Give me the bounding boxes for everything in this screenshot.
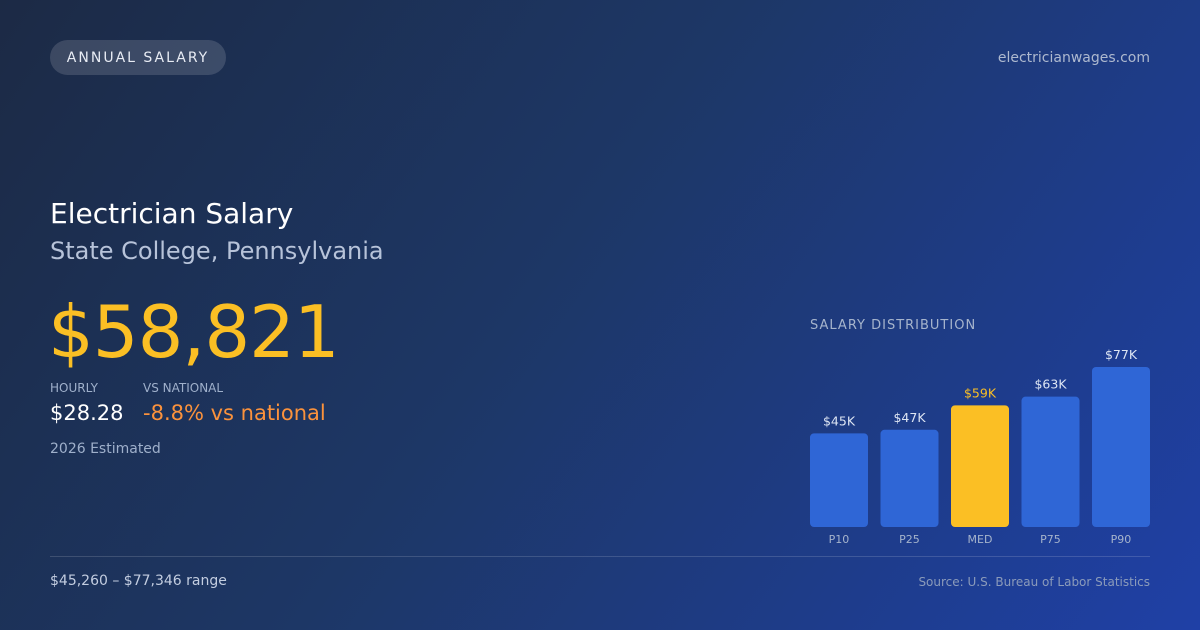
category-label: P90 (1111, 533, 1132, 546)
bar-value-label: $63K (1034, 377, 1067, 392)
bar-value-label: $47K (893, 410, 926, 425)
bar-med (951, 405, 1009, 527)
data-source: Source: U.S. Bureau of Labor Statistics (918, 575, 1150, 589)
bar-p75 (1021, 396, 1080, 527)
bar-p10 (810, 433, 868, 527)
bar-value-label: $45K (823, 413, 856, 428)
annual-salary-value: $58,821 (48, 290, 340, 374)
bar-p90 (1092, 367, 1150, 527)
category-label: P10 (829, 533, 850, 546)
site-name: electricianwages.com (997, 50, 1150, 66)
category-label: P25 (899, 533, 920, 546)
vs-national-label: VS NATIONAL (143, 381, 224, 395)
annual-salary-badge: ANNUAL SALARY (50, 40, 226, 75)
bar-value-label: $59K (964, 385, 997, 400)
bar-value-label: $77K (1105, 347, 1138, 362)
hourly-label: HOURLY (50, 381, 99, 395)
salary-distribution-chart: $45K P10 $47K P25 $59K MED $63K P75 $77K P90 (810, 347, 1150, 546)
page-title: Electrician Salary (50, 197, 294, 230)
bar-p25 (880, 429, 939, 527)
salary-range: $45,260 – $77,346 range (50, 573, 227, 589)
hourly-value: $28.28 (50, 401, 124, 425)
category-label: MED (968, 533, 993, 546)
category-label: P75 (1040, 533, 1061, 546)
vs-national-value: -8.8% vs national (143, 401, 326, 425)
estimate-note: 2026 Estimated (50, 441, 161, 457)
footer-divider (50, 556, 1150, 557)
location-subtitle: State College, Pennsylvania (50, 237, 384, 265)
